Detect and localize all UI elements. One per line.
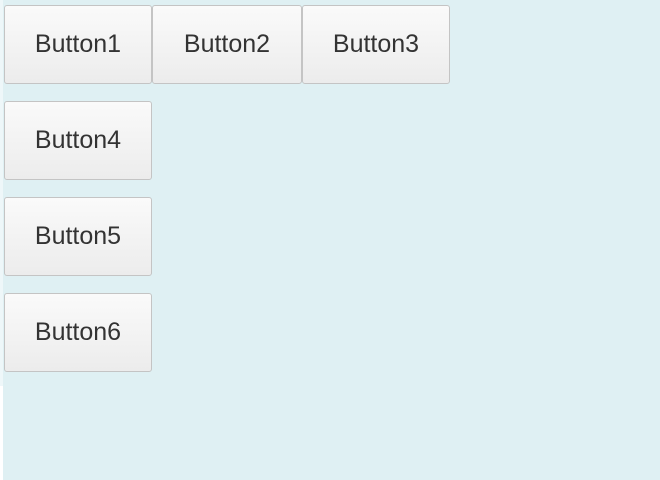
button-6[interactable]: Button6 xyxy=(4,293,152,372)
button-5[interactable]: Button5 xyxy=(4,197,152,276)
button-4[interactable]: Button4 xyxy=(4,101,152,180)
button-3[interactable]: Button3 xyxy=(302,5,450,84)
button-2[interactable]: Button2 xyxy=(152,5,302,84)
button-1[interactable]: Button1 xyxy=(4,5,152,84)
